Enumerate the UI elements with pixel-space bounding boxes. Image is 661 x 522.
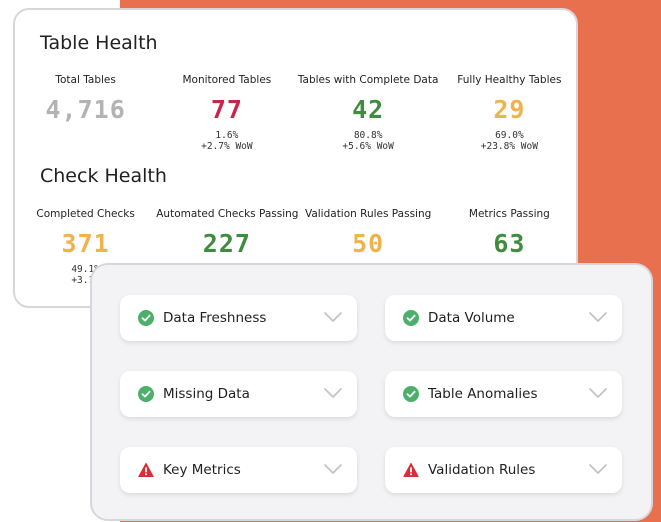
stat-value: 63 — [493, 229, 526, 258]
check-item-data-freshness[interactable]: Data Freshness — [120, 295, 357, 341]
check-item-key-metrics[interactable]: Key Metrics — [120, 447, 357, 493]
check-circle-icon — [403, 386, 419, 402]
stat-label: Automated Checks Passing — [156, 208, 299, 220]
chevron-down-icon[interactable] — [323, 310, 343, 324]
stat-value: 50 — [352, 229, 385, 258]
warning-triangle-icon — [403, 462, 419, 478]
stat-label: Completed Checks — [36, 208, 135, 220]
check-label: Table Anomalies — [428, 386, 538, 402]
stat-value: 371 — [61, 229, 110, 258]
check-circle-icon — [403, 310, 419, 326]
warning-triangle-icon — [138, 462, 154, 478]
check-item-validation-rules[interactable]: Validation Rules — [385, 447, 622, 493]
table-health-stats: Total Tables 4,716 Monitored Tables 77 1… — [15, 74, 580, 152]
stat-total-tables: Total Tables 4,716 — [15, 74, 156, 152]
table-health-title: Table Health — [40, 32, 158, 54]
chevron-down-icon[interactable] — [588, 462, 608, 476]
check-label: Key Metrics — [163, 462, 241, 478]
check-item-data-volume[interactable]: Data Volume — [385, 295, 622, 341]
check-health-title: Check Health — [40, 165, 167, 187]
stat-value: 227 — [202, 229, 251, 258]
chevron-down-icon[interactable] — [588, 310, 608, 324]
stat-value: 29 — [493, 95, 526, 124]
stat-fully-healthy: Fully Healthy Tables 29 69.0% +23.8% WoW — [439, 74, 580, 152]
stat-value: 77 — [210, 95, 243, 124]
stat-label: Tables with Complete Data — [297, 74, 439, 86]
stat-label: Monitored Tables — [182, 74, 272, 86]
check-item-table-anomalies[interactable]: Table Anomalies — [385, 371, 622, 417]
stat-label: Total Tables — [55, 74, 116, 86]
chevron-down-icon[interactable] — [588, 386, 608, 400]
check-label: Data Volume — [428, 310, 515, 326]
stat-label: Validation Rules Passing — [304, 208, 432, 220]
stat-wow: +23.8% WoW — [480, 141, 538, 152]
stat-wow: +5.6% WoW — [342, 141, 394, 152]
stat-monitored-tables: Monitored Tables 77 1.6% +2.7% WoW — [156, 74, 297, 152]
checks-panel: Data Freshness Data Volume Missing Data … — [90, 263, 653, 521]
stat-label: Fully Healthy Tables — [457, 74, 562, 86]
chevron-down-icon[interactable] — [323, 462, 343, 476]
check-circle-icon — [138, 310, 154, 326]
stat-value: 42 — [352, 95, 385, 124]
stat-wow: +2.7% WoW — [201, 141, 253, 152]
stat-value: 4,716 — [45, 95, 126, 124]
stat-label: Metrics Passing — [468, 208, 550, 220]
check-label: Validation Rules — [428, 462, 536, 478]
stat-percent: 69.0% — [495, 130, 524, 141]
stat-percent: 80.8% — [353, 130, 383, 141]
stat-percent: 1.6% — [215, 130, 239, 141]
check-circle-icon — [138, 386, 154, 402]
stat-complete-data: Tables with Complete Data 42 80.8% +5.6%… — [298, 74, 439, 152]
check-label: Missing Data — [163, 386, 250, 402]
check-label: Data Freshness — [163, 310, 267, 326]
chevron-down-icon[interactable] — [323, 386, 343, 400]
check-item-missing-data[interactable]: Missing Data — [120, 371, 357, 417]
